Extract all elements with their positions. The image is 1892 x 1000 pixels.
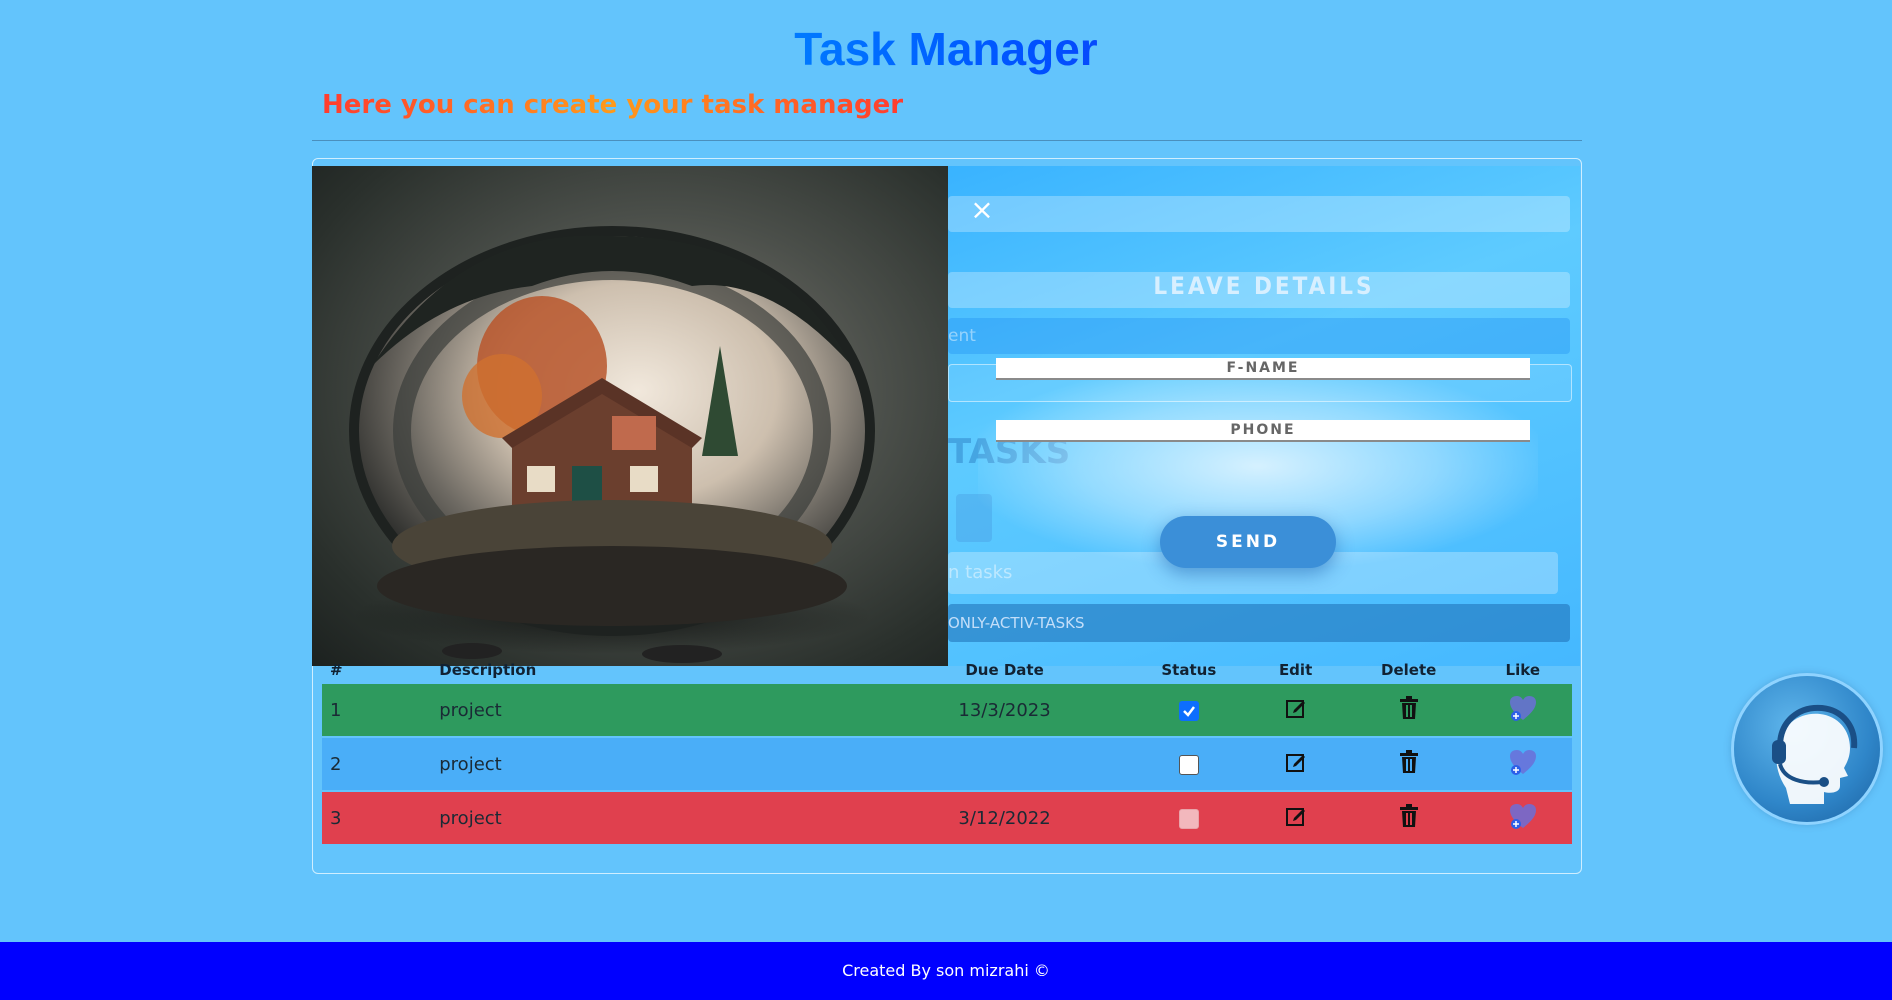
row-number: 3 <box>322 791 440 845</box>
ghost-input-strip <box>948 318 1570 354</box>
footer: Created By son mizrahi © <box>0 942 1892 1000</box>
row-due-date: 13/3/2023 <box>878 684 1131 737</box>
status-checkbox[interactable] <box>1178 754 1199 775</box>
trash-icon[interactable] <box>1398 695 1420 725</box>
row-description: project <box>439 737 879 791</box>
header-description: Description <box>439 661 537 679</box>
task-table: # Description Due Date Status Edit Delet… <box>322 656 1572 846</box>
footer-credit: Created By son mizrahi © <box>842 961 1050 980</box>
page-subtitle: Here you can create your task manager <box>322 90 904 120</box>
row-due-date: 3/12/2022 <box>878 791 1131 845</box>
ghost-input-strip <box>948 196 1570 232</box>
support-headset-icon[interactable] <box>1734 676 1880 822</box>
row-number: 1 <box>322 684 440 737</box>
fname-input[interactable] <box>996 358 1530 380</box>
status-checkbox[interactable] <box>1178 700 1199 721</box>
header-edit: Edit <box>1278 661 1313 679</box>
trash-icon[interactable] <box>1398 803 1420 833</box>
modal-form-panel: ent TASKS n tasks ONLY-ACTIV-TASKS <box>948 166 1580 666</box>
modal-title: LEAVE DETAILS <box>1153 272 1375 300</box>
send-button[interactable]: SEND <box>1160 516 1336 568</box>
heart-icon[interactable] <box>1508 748 1538 781</box>
house-in-glass-sphere-image <box>312 166 948 666</box>
header-number: # <box>330 661 343 679</box>
row-description: project <box>439 791 879 845</box>
table-header-row: # Description Due Date Status Edit Delet… <box>322 656 1572 684</box>
trash-icon[interactable] <box>1398 749 1420 779</box>
header-status: Status <box>1161 661 1217 679</box>
heart-icon[interactable] <box>1508 802 1538 835</box>
row-due-date <box>878 737 1131 791</box>
title-manager: Manager <box>908 23 1098 75</box>
table-row: 1 project 13/3/2023 <box>322 684 1572 737</box>
header-delete: Delete <box>1381 661 1437 679</box>
phone-input[interactable] <box>996 420 1530 442</box>
header-due-date: Due Date <box>965 661 1044 679</box>
edit-icon[interactable] <box>1284 750 1308 779</box>
ghost-field-text: ent <box>948 326 976 346</box>
status-checkbox[interactable] <box>1178 808 1199 829</box>
ghost-filter-text: ONLY-ACTIV-TASKS <box>948 614 1085 632</box>
heart-icon[interactable] <box>1508 694 1538 727</box>
sphere-illustration <box>349 226 875 663</box>
table-row: 3 project 3/12/2022 <box>322 791 1572 845</box>
edit-icon[interactable] <box>1284 804 1308 833</box>
row-description: project <box>439 684 879 737</box>
close-icon[interactable]: × <box>964 192 1000 228</box>
page-title: Task Manager <box>0 22 1892 76</box>
row-number: 2 <box>322 737 440 791</box>
header-like: Like <box>1505 661 1540 679</box>
table-row: 2 project <box>322 737 1572 791</box>
edit-icon[interactable] <box>1284 696 1308 725</box>
title-task: Task <box>794 23 896 75</box>
header-divider <box>312 140 1582 141</box>
